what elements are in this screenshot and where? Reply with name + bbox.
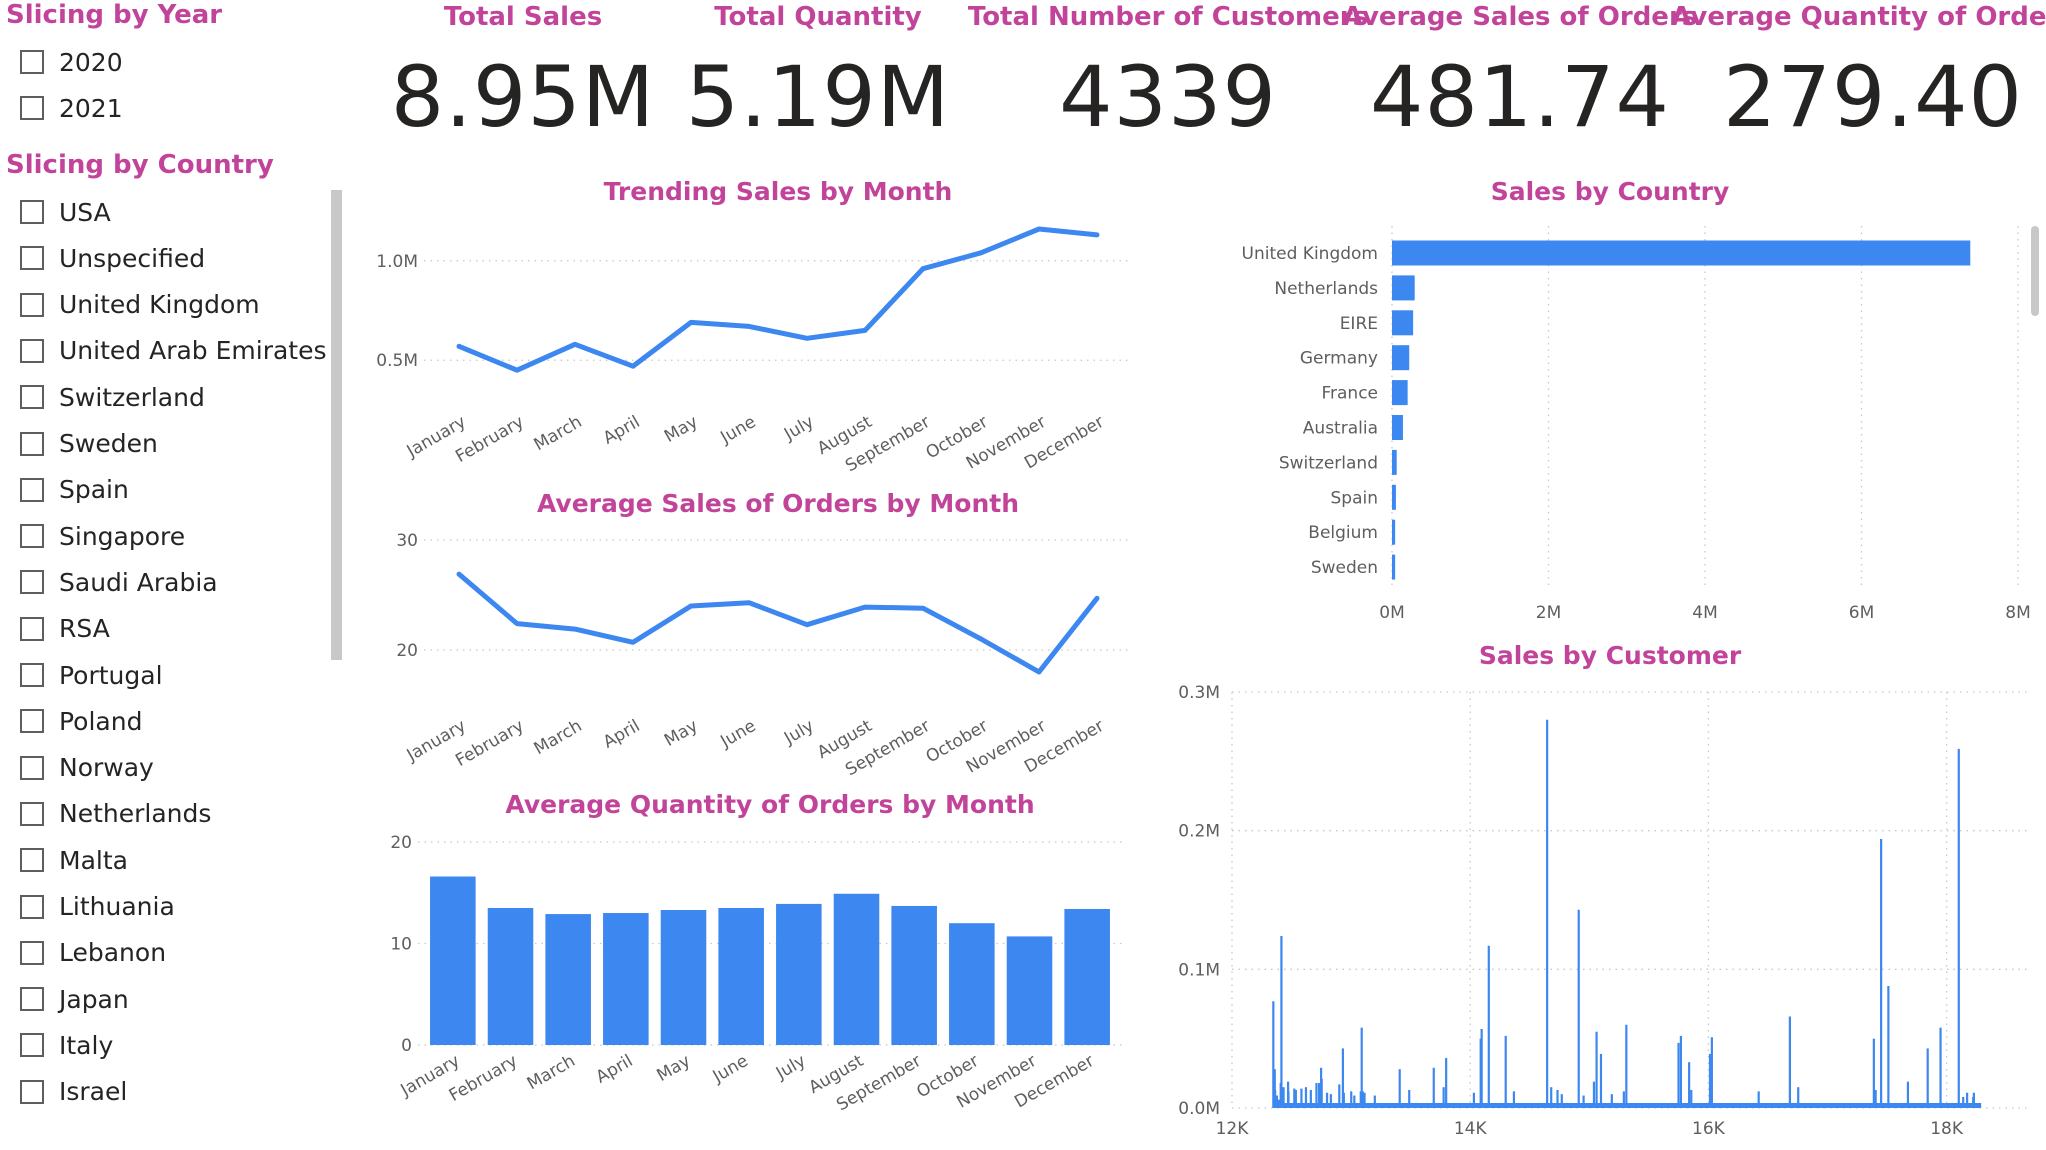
x-tick-label: June xyxy=(717,412,760,448)
x-tick-label: June xyxy=(709,1051,752,1087)
x-tick-label: June xyxy=(717,716,760,752)
y-tick-label: 0.5M xyxy=(376,351,418,371)
x-tick-label: May xyxy=(661,412,701,447)
x-tick-label: 4M xyxy=(1692,603,1717,623)
bar xyxy=(1392,380,1408,406)
y-tick-label: 0.3M xyxy=(1178,683,1220,703)
trending-sales-chart: Trending Sales by Month0.5M1.0MJanuaryFe… xyxy=(376,177,1132,476)
y-tick-label: 0.2M xyxy=(1178,822,1220,842)
x-tick-label: 0M xyxy=(1379,603,1404,623)
bar xyxy=(1006,936,1053,1045)
y-tick-label: 20 xyxy=(396,641,418,661)
bar xyxy=(833,893,880,1045)
sales-by-customer-chart: Sales by Customer 0.0M 0.1M 0.2M 0.3M 12K 14K 1… xyxy=(1178,641,2030,1139)
y-tick-label: 10 xyxy=(390,935,412,955)
x-tick-label: 6M xyxy=(1849,603,1874,623)
sales-by-country-chart: Sales by Country 0M 2M 4M 6M 8M United Kingdom… xyxy=(1242,177,2031,623)
category-label: EIRE xyxy=(1340,314,1378,334)
bar xyxy=(718,907,764,1045)
bar xyxy=(660,910,707,1045)
x-tick-label: 12K xyxy=(1216,1119,1250,1139)
x-tick-label: March xyxy=(531,412,586,455)
bar xyxy=(603,913,649,1045)
bar xyxy=(1392,554,1396,580)
category-label: Sweden xyxy=(1311,558,1378,578)
x-tick-label: 14K xyxy=(1454,1119,1488,1139)
bar xyxy=(1392,519,1396,545)
bar xyxy=(949,923,995,1045)
x-tick-label: May xyxy=(654,1051,694,1086)
category-label: Belgium xyxy=(1308,523,1378,543)
chart-title: Average Sales of Orders by Month xyxy=(537,489,1019,518)
chart-title: Sales by Customer xyxy=(1479,641,1742,670)
x-tick-label: 2M xyxy=(1536,603,1561,623)
x-tick-label: April xyxy=(600,716,644,753)
category-label: United Kingdom xyxy=(1242,244,1378,264)
x-tick-label: 8M xyxy=(2005,603,2030,623)
bar xyxy=(1392,240,1971,266)
bar xyxy=(487,907,534,1045)
charts-canvas: Trending Sales by Month0.5M1.0MJanuaryFe… xyxy=(376,177,2039,1139)
y-tick-label: 0 xyxy=(401,1036,412,1056)
y-tick-label: 30 xyxy=(396,531,418,551)
baseline-band xyxy=(1273,1103,1982,1108)
category-label: Germany xyxy=(1300,349,1378,369)
x-tick-label: July xyxy=(780,412,817,445)
x-tick-label: March xyxy=(524,1051,579,1094)
country-chart-scrollbar[interactable] xyxy=(2031,226,2039,316)
bar xyxy=(545,914,591,1045)
chart-title: Trending Sales by Month xyxy=(604,177,953,206)
x-tick-label: 18K xyxy=(1930,1119,1964,1139)
category-label: Australia xyxy=(1303,419,1378,439)
x-tick-label: March xyxy=(531,716,586,759)
category-label: Netherlands xyxy=(1274,279,1378,299)
bar xyxy=(1392,345,1410,371)
average-quantity-chart: Average Quantity of Orders by Month 0 10 20… xyxy=(390,790,1122,1115)
category-label: Spain xyxy=(1331,488,1379,508)
series-line xyxy=(456,226,1100,373)
chart-title: Sales by Country xyxy=(1491,177,1730,206)
series-line xyxy=(456,571,1100,675)
chart-title: Average Quantity of Orders by Month xyxy=(505,790,1034,819)
x-tick-label: April xyxy=(600,412,644,449)
bar xyxy=(1392,484,1396,510)
x-tick-label: July xyxy=(772,1051,809,1084)
x-tick-label: April xyxy=(593,1051,637,1088)
x-tick-label: July xyxy=(780,716,817,749)
y-tick-label: 0.1M xyxy=(1178,960,1220,980)
bar xyxy=(430,876,476,1045)
category-label: Switzerland xyxy=(1279,453,1378,473)
category-label: France xyxy=(1321,384,1378,404)
x-tick-label: 16K xyxy=(1692,1119,1726,1139)
bar xyxy=(1392,275,1415,301)
bar xyxy=(891,905,937,1045)
bar xyxy=(1392,449,1397,475)
x-tick-label: May xyxy=(661,716,701,751)
bar xyxy=(1064,908,1110,1045)
average-sales-chart: Average Sales of Orders by Month2030Janu… xyxy=(396,489,1132,780)
bar xyxy=(1392,310,1414,336)
bar xyxy=(1392,415,1403,440)
y-tick-label: 20 xyxy=(390,833,412,853)
bar xyxy=(776,903,822,1045)
y-tick-label: 0.0M xyxy=(1178,1099,1220,1119)
y-tick-label: 1.0M xyxy=(376,252,418,272)
